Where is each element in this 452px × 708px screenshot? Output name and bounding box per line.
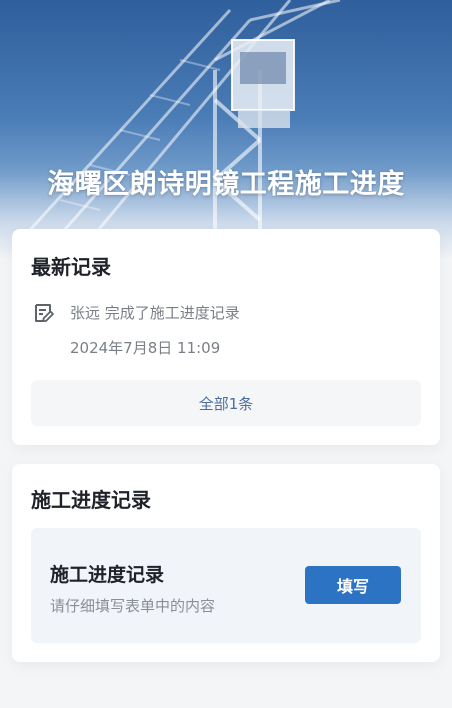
crane-illustration [28,0,341,250]
page-title: 海曙区朗诗明镜工程施工进度 [47,169,405,200]
fill-button[interactable]: 填写 [305,566,401,604]
progress-records-title: 施工进度记录 [31,488,151,512]
form-entry-panel: 施工进度记录 请仔细填写表单中的内容 填写 [31,528,421,643]
record-summary: 张远 完成了施工进度记录 [70,304,240,322]
record-timestamp: 2024年7月8日 11:09 [70,339,221,357]
form-subtitle: 请仔细填写表单中的内容 [50,597,216,615]
edit-note-icon [35,304,54,322]
form-title: 施工进度记录 [50,564,165,586]
hero-banner: 海曙区朗诗明镜工程施工进度 [0,0,452,260]
latest-records-card: 最新记录 张远 完成了施工进度记录 2024年7月8日 11:09 全部1条 [12,229,440,445]
progress-records-card: 施工进度记录 施工进度记录 请仔细填写表单中的内容 填写 [12,464,440,662]
view-all-button[interactable]: 全部1条 [31,380,421,426]
latest-records-title: 最新记录 [31,255,111,279]
